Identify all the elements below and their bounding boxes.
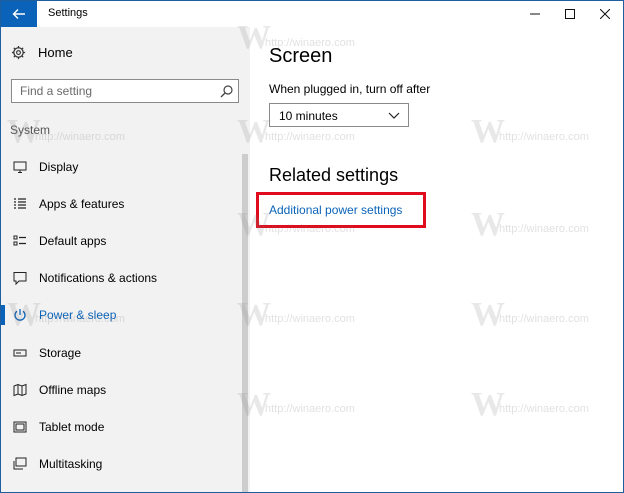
sidebar-item-label: Storage <box>39 346 82 360</box>
search-icon <box>220 85 233 98</box>
multitasking-icon <box>13 457 27 471</box>
default-apps-icon <box>13 234 27 248</box>
sidebar-item-display[interactable]: Display <box>1 149 239 185</box>
close-button[interactable] <box>588 1 622 27</box>
sidebar-item-label: Power & sleep <box>39 308 117 322</box>
section-label-system: System <box>10 123 51 137</box>
minimize-icon <box>530 13 540 15</box>
sidebar-item-label: Offline maps <box>39 383 107 397</box>
sidebar-item-apps-features[interactable]: Apps & features <box>1 186 239 222</box>
sidebar-item-storage[interactable]: Storage <box>1 335 239 371</box>
sidebar-item-label: Display <box>39 160 79 174</box>
list-icon <box>13 197 27 211</box>
gear-icon <box>11 45 26 60</box>
sidebar-item-multitasking[interactable]: Multitasking <box>1 446 239 482</box>
section-title-screen: Screen <box>269 45 333 67</box>
home-label: Home <box>38 45 73 60</box>
sidebar-item-label: Multitasking <box>39 457 103 471</box>
chevron-down-icon <box>388 112 400 119</box>
active-indicator <box>1 305 5 325</box>
close-icon <box>600 9 610 19</box>
sidebar-item-default-apps[interactable]: Default apps <box>1 223 239 259</box>
back-arrow-icon <box>12 9 25 19</box>
tablet-icon <box>13 420 27 434</box>
sidebar-item-label: Tablet mode <box>39 420 105 434</box>
settings-window: Settings Home System Display Apps & feat… <box>0 0 624 493</box>
window-title: Settings <box>48 7 88 19</box>
map-icon <box>13 383 27 397</box>
maximize-button[interactable] <box>553 1 587 27</box>
sidebar-item-offline-maps[interactable]: Offline maps <box>1 372 239 408</box>
maximize-icon <box>565 9 575 19</box>
title-bar: Settings <box>1 1 623 27</box>
sidebar: Home System Display Apps & features Defa… <box>1 27 250 492</box>
additional-power-settings-link[interactable]: Additional power settings <box>269 203 402 217</box>
sidebar-scrollbar[interactable] <box>242 154 248 492</box>
section-title-related: Related settings <box>269 165 399 185</box>
search-box[interactable] <box>11 79 239 103</box>
power-icon <box>13 308 27 322</box>
search-input[interactable] <box>20 84 220 98</box>
home-link[interactable]: Home <box>11 45 73 60</box>
sidebar-item-notifications[interactable]: Notifications & actions <box>1 260 239 296</box>
dropdown-value: 10 minutes <box>279 109 338 123</box>
sidebar-item-label: Default apps <box>39 234 107 248</box>
sidebar-item-label: Notifications & actions <box>39 271 158 285</box>
plugged-in-label: When plugged in, turn off after <box>269 82 431 96</box>
sidebar-item-tablet-mode[interactable]: Tablet mode <box>1 409 239 445</box>
sidebar-item-power-sleep[interactable]: Power & sleep <box>1 297 239 333</box>
monitor-icon <box>13 160 27 174</box>
screen-timeout-dropdown[interactable]: 10 minutes <box>269 103 409 127</box>
content-pane: Screen When plugged in, turn off after 1… <box>250 27 623 492</box>
back-button[interactable] <box>1 1 37 27</box>
minimize-button[interactable] <box>518 1 552 27</box>
sidebar-item-label: Apps & features <box>39 197 125 211</box>
storage-icon <box>13 346 27 360</box>
notification-icon <box>13 271 27 285</box>
